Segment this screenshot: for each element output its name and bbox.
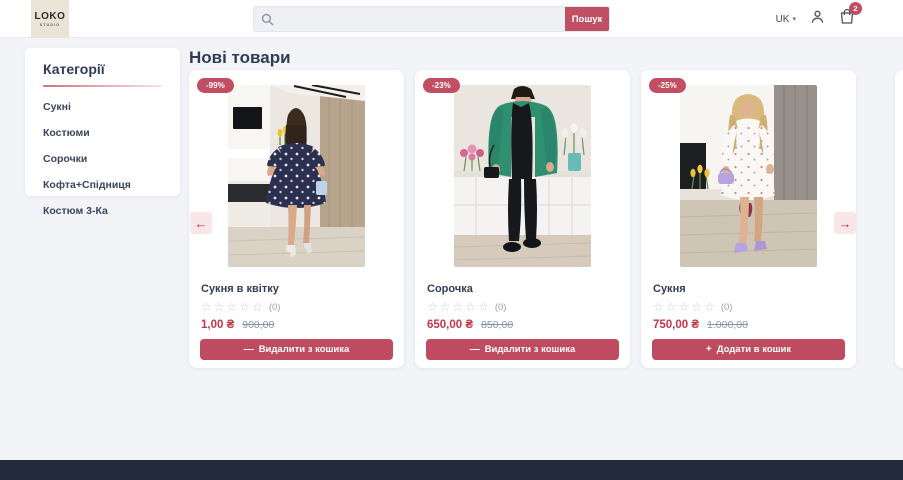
- old-price: 850,00: [481, 319, 514, 331]
- product-rating: ☆ ☆ ☆ ☆ ☆ (0): [641, 301, 856, 313]
- sidebar-item-kostiumy[interactable]: Костюми: [43, 127, 162, 139]
- rating-count: (0): [720, 301, 733, 313]
- language-label: UK: [775, 13, 790, 25]
- sidebar-item-kostium-3ka[interactable]: Костюм 3-Ка: [43, 205, 162, 217]
- star-icon: ☆: [226, 300, 238, 314]
- cart-button-label: Додати в кошик: [716, 344, 792, 355]
- price-row: 650,00 ₴ 850,00: [415, 319, 630, 331]
- product-card: -99% Сукня в квітку ☆ ☆ ☆ ☆ ☆ (0) 1,00 ₴…: [189, 70, 404, 368]
- star-icon: ☆: [427, 300, 438, 314]
- discount-badge: -23%: [423, 78, 460, 93]
- footer-bar: [0, 460, 903, 480]
- product-image[interactable]: [228, 85, 365, 267]
- arrow-left-icon: ←: [194, 215, 208, 231]
- discount-badge: -99%: [197, 78, 234, 93]
- star-icon: ☆: [465, 300, 477, 314]
- product-card: -23% Сорочка ☆ ☆ ☆ ☆ ☆ (0) 650,00 ₴ 850,…: [415, 70, 630, 368]
- product-rating: ☆ ☆ ☆ ☆ ☆ (0): [415, 301, 630, 313]
- price-row: 1,00 ₴ 900,00: [189, 319, 404, 331]
- storefront-page: LOKO STUDIO Пошук UK ▾ 2 Категорії Сукні…: [0, 0, 903, 480]
- product-image[interactable]: [454, 85, 591, 267]
- logo-title: LOKO: [34, 11, 66, 22]
- star-icon: ☆: [213, 300, 225, 314]
- remove-from-cart-button[interactable]: — Видалити з кошика: [200, 339, 393, 360]
- logo-subtitle: STUDIO: [39, 23, 61, 27]
- current-price: 750,00 ₴: [653, 319, 700, 331]
- current-price: 1,00 ₴: [201, 319, 235, 331]
- star-icon: ☆: [478, 300, 489, 314]
- star-icon: ☆: [691, 300, 703, 314]
- sidebar-item-sorochky[interactable]: Сорочки: [43, 153, 162, 165]
- remove-from-cart-button[interactable]: — Видалити з кошика: [426, 339, 619, 360]
- carousel-next-button[interactable]: →: [834, 212, 856, 234]
- product-name[interactable]: Сукня: [641, 283, 856, 295]
- product-card-partial: [895, 70, 903, 368]
- product-image[interactable]: [680, 85, 817, 267]
- search-input[interactable]: [280, 7, 565, 31]
- product-name[interactable]: Сорочка: [415, 283, 630, 295]
- add-to-cart-button[interactable]: + Додати в кошик: [652, 339, 845, 360]
- old-price: 900,00: [242, 319, 275, 331]
- search-icon: [254, 7, 280, 31]
- sidebar-title: Категорії: [43, 61, 105, 77]
- page-title: Нові товари: [189, 48, 291, 67]
- product-name[interactable]: Сукня в квітку: [189, 283, 404, 295]
- product-rating: ☆ ☆ ☆ ☆ ☆ (0): [189, 301, 404, 313]
- carousel-prev-button[interactable]: ←: [190, 212, 212, 234]
- categories-sidebar: Категорії Сукні Костюми Сорочки Кофта+Сп…: [25, 48, 180, 217]
- star-icon: ☆: [665, 300, 677, 314]
- header-actions: UK ▾ 2: [776, 0, 862, 38]
- search-button[interactable]: Пошук: [565, 7, 609, 31]
- store-logo[interactable]: LOKO STUDIO: [31, 0, 69, 38]
- star-icon: ☆: [239, 300, 251, 314]
- star-icon: ☆: [201, 300, 212, 314]
- language-selector[interactable]: UK ▾: [776, 14, 796, 25]
- search-bar: Пошук: [253, 6, 610, 32]
- star-icon: ☆: [252, 300, 263, 314]
- minus-icon: —: [469, 344, 480, 355]
- sidebar-item-sukni[interactable]: Сукні: [43, 101, 162, 113]
- account-button[interactable]: [810, 9, 825, 29]
- sidebar-item-kofta-spidnytsia[interactable]: Кофта+Спідниця: [43, 179, 162, 191]
- plus-icon: +: [705, 344, 712, 355]
- arrow-right-icon: →: [838, 215, 852, 231]
- user-icon: [810, 9, 825, 29]
- cart-button-label: Видалити з кошика: [258, 344, 350, 355]
- cart-count-badge: 2: [849, 2, 862, 15]
- star-icon: ☆: [452, 300, 464, 314]
- star-icon: ☆: [653, 300, 664, 314]
- product-card: -25% Сукня ☆ ☆ ☆ ☆ ☆ (0) 750,00 ₴ 1.000,…: [641, 70, 856, 368]
- discount-badge: -25%: [649, 78, 686, 93]
- price-row: 750,00 ₴ 1.000,00: [641, 319, 856, 331]
- star-icon: ☆: [678, 300, 690, 314]
- rating-count: (0): [494, 301, 507, 313]
- star-icon: ☆: [704, 300, 715, 314]
- minus-icon: —: [243, 344, 254, 355]
- rating-count: (0): [268, 301, 281, 313]
- cart-button[interactable]: 2: [839, 2, 862, 30]
- current-price: 650,00 ₴: [427, 319, 474, 331]
- header: LOKO STUDIO Пошук UK ▾ 2: [0, 0, 903, 38]
- chevron-down-icon: ▾: [792, 16, 796, 23]
- old-price: 1.000,00: [707, 319, 748, 331]
- star-icon: ☆: [439, 300, 451, 314]
- sidebar-underline: [43, 85, 162, 87]
- cart-button-label: Видалити з кошика: [484, 344, 576, 355]
